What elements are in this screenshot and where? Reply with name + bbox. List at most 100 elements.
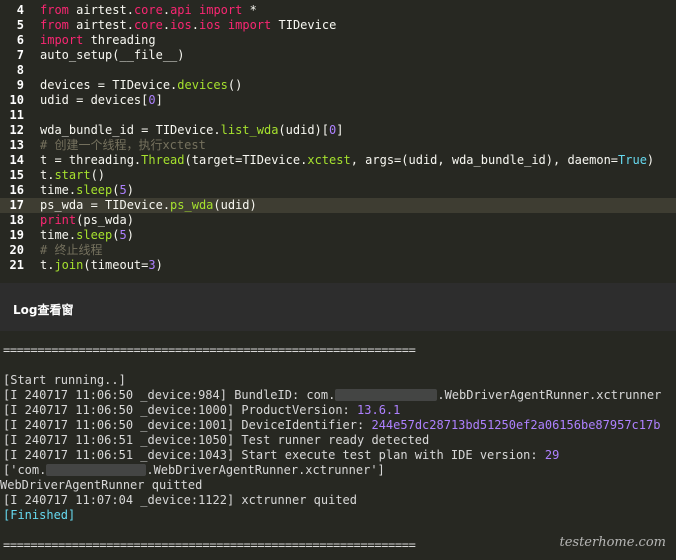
code-token: airtest. xyxy=(68,18,134,32)
code-text: time.sleep(5) xyxy=(40,183,134,198)
code-token: ios xyxy=(170,18,192,32)
code-line[interactable]: 11 xyxy=(0,108,676,123)
code-token: # 创建一个线程，执行xctest xyxy=(40,138,206,152)
line-number: 11 xyxy=(9,108,24,122)
code-token: airtest. xyxy=(68,3,134,17)
code-line[interactable]: 14 t = threading.Thread(target=TIDevice.x… xyxy=(0,153,676,168)
code-token: ) xyxy=(646,153,655,167)
code-token: xctest xyxy=(307,153,351,167)
log-text: .WebDriverAgentRunner.xctrunner xyxy=(437,388,662,402)
code-line[interactable]: 15 t.start() xyxy=(0,168,676,183)
code-line[interactable]: 21 t.join(timeout=3) xyxy=(0,258,676,273)
code-text: print(ps_wda) xyxy=(40,213,134,228)
code-token: ) xyxy=(155,258,163,272)
code-line[interactable]: 16 time.sleep(5) xyxy=(0,183,676,198)
log-line: [I 240717 11:06:50 _device:1000] Product… xyxy=(3,403,400,418)
masked-text xyxy=(46,464,147,476)
code-token: print xyxy=(40,213,77,227)
line-number: 21 xyxy=(9,258,24,272)
log-text: [I 240717 11:06:50 _device:1001] DeviceI… xyxy=(3,418,372,432)
code-line[interactable]: 13 # 创建一个线程，执行xctest xyxy=(0,138,676,153)
code-token: threading xyxy=(83,33,156,47)
line-number: 7 xyxy=(16,48,24,62)
code-token: list_wda xyxy=(220,123,279,137)
code-text: t.join(timeout=3) xyxy=(40,258,163,273)
code-token: auto_setup(__file__) xyxy=(40,48,185,62)
code-token: ) xyxy=(126,228,134,242)
code-token: Thread xyxy=(141,153,185,167)
code-token: api xyxy=(170,3,192,17)
code-token: 5 xyxy=(119,228,127,242)
code-token: import xyxy=(40,33,84,47)
code-line[interactable]: 6 import threading xyxy=(0,33,676,48)
code-token: wda_bundle_id = TIDevice. xyxy=(40,123,221,137)
code-token: t = threading. xyxy=(40,153,142,167)
code-line[interactable]: 9 devices = TIDevice.devices() xyxy=(0,78,676,93)
log-console[interactable]: ========================================… xyxy=(0,331,676,560)
line-number: 8 xyxy=(16,63,24,77)
code-line[interactable]: 18 print(ps_wda) xyxy=(0,213,676,228)
code-token: time. xyxy=(40,183,77,197)
code-token: * xyxy=(242,3,257,17)
code-line-current[interactable]: 17 ps_wda = TIDevice.ps_wda(udid) xyxy=(0,198,676,213)
code-line[interactable]: 10 udid = devices[0] xyxy=(0,93,676,108)
code-token: ] xyxy=(155,93,163,107)
code-token: (target=TIDevice. xyxy=(184,153,308,167)
log-window-header: Log查看窗 xyxy=(0,283,676,331)
code-token: join xyxy=(54,258,84,272)
line-number: 18 xyxy=(9,213,24,227)
code-text: devices = TIDevice.devices() xyxy=(40,78,242,93)
code-token: t. xyxy=(40,168,55,182)
masked-text xyxy=(335,389,438,401)
log-text: ['com. xyxy=(3,463,47,477)
code-token: ps_wda = TIDevice. xyxy=(40,198,171,212)
line-number: 15 xyxy=(9,168,24,182)
code-token: devices xyxy=(177,78,228,92)
code-token: 0 xyxy=(148,93,156,107)
code-token: core xyxy=(133,18,163,32)
separator-line: ========================================… xyxy=(3,343,416,357)
log-value: 244e57dc28713bd51250ef2a06156be87957c17b xyxy=(371,418,661,432)
code-token: import xyxy=(199,3,243,17)
code-text: time.sleep(5) xyxy=(40,228,134,243)
code-token: devices = TIDevice. xyxy=(40,78,178,92)
code-token: # 终止线程 xyxy=(40,243,103,257)
log-text: [I 240717 11:06:51 _device:1050] Test ru… xyxy=(3,433,430,447)
code-editor[interactable]: 4 from airtest.core.api import * 5 from air… xyxy=(0,0,676,283)
quitted-line: WebDriverAgentRunner quitted xyxy=(0,478,203,492)
code-token: ) xyxy=(126,183,134,197)
code-token: (udid)[ xyxy=(278,123,329,137)
log-window-title: Log查看窗 xyxy=(13,303,74,317)
log-text: .WebDriverAgentRunner.xctrunner'] xyxy=(146,463,385,477)
code-line[interactable]: 8 xyxy=(0,63,676,78)
line-number: 17 xyxy=(9,198,24,212)
line-number: 9 xyxy=(16,78,24,92)
log-line: [I 240717 11:06:51 _device:1043] Start e… xyxy=(3,448,559,463)
code-line[interactable]: 4 from airtest.core.api import * xyxy=(0,3,676,18)
code-line[interactable]: 5 from airtest.core.ios.ios import TIDevi… xyxy=(0,18,676,33)
list-output-line: ['com. .WebDriverAgentRunner.xctrunner'] xyxy=(3,463,385,478)
line-number: 16 xyxy=(9,183,24,197)
code-token: () xyxy=(90,168,106,182)
code-line[interactable]: 19 time.sleep(5) xyxy=(0,228,676,243)
log-line: [I 240717 11:06:50 _device:984] BundleID… xyxy=(3,388,661,403)
code-token: sleep xyxy=(76,228,113,242)
code-token: (ps_wda) xyxy=(76,213,134,227)
code-line[interactable]: 20 # 终止线程 xyxy=(0,243,676,258)
code-token: TIDevice xyxy=(271,18,337,32)
log-value: 13.6.1 xyxy=(357,403,401,417)
code-text: from airtest.core.api import * xyxy=(40,3,257,18)
line-number: 14 xyxy=(9,153,24,167)
code-token: sleep xyxy=(76,183,113,197)
code-token: time. xyxy=(40,228,77,242)
code-token: from xyxy=(40,18,69,32)
code-line[interactable]: 7 auto_setup(__file__) xyxy=(0,48,676,63)
code-token: ] xyxy=(336,123,344,137)
line-number: 19 xyxy=(9,228,24,242)
code-line[interactable]: 12 wda_bundle_id = TIDevice.list_wda(udid… xyxy=(0,123,676,138)
watermark: testerhome.com xyxy=(559,535,666,550)
line-number: 12 xyxy=(9,123,24,137)
line-number: 5 xyxy=(16,18,24,32)
